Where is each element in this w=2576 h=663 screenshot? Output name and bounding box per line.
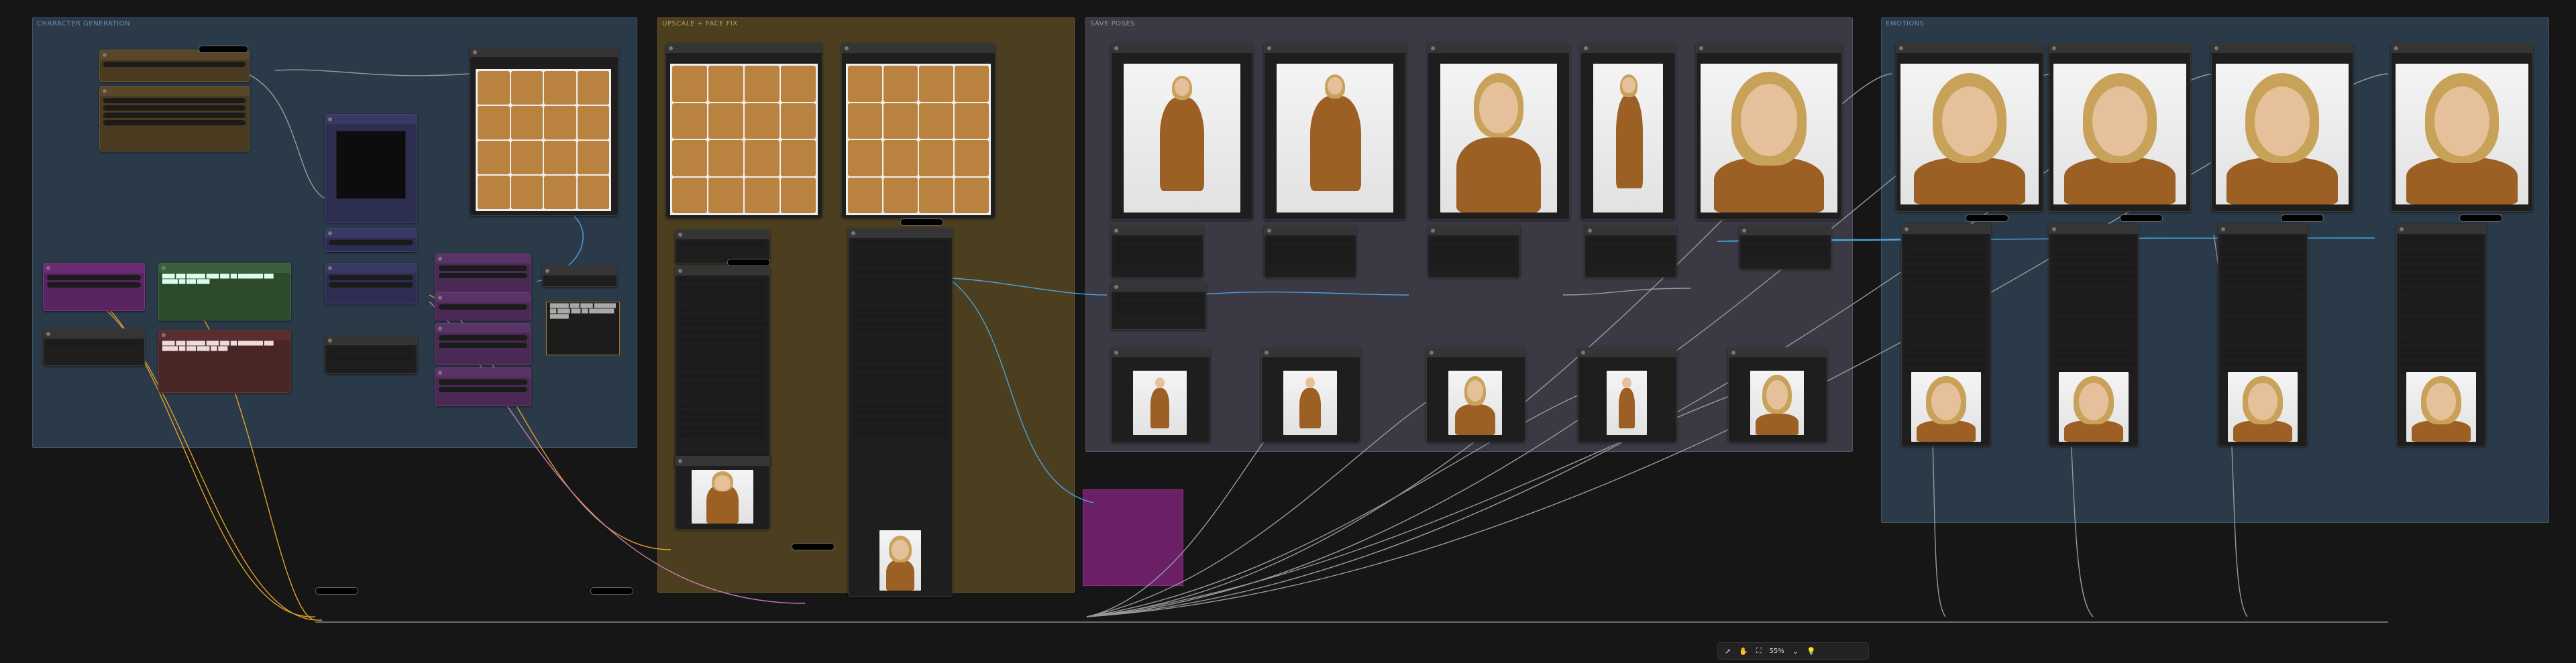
canvas-toolbar: ➚ ✋ ⛶ 55% ⌄ 💡 bbox=[1717, 642, 1869, 660]
preview-upscaled-node[interactable] bbox=[665, 43, 822, 219]
facefix-sheet-image bbox=[846, 64, 991, 215]
hand-pan-icon[interactable]: ✋ bbox=[1739, 647, 1748, 656]
node-badge bbox=[900, 219, 943, 226]
checkpoint-loader-node[interactable] bbox=[43, 263, 145, 311]
save-image-5[interactable] bbox=[1728, 347, 1827, 442]
ksampler-node-2[interactable] bbox=[435, 292, 531, 320]
fit-view-icon[interactable]: ⛶ bbox=[1756, 646, 1762, 656]
select-cursor-icon[interactable]: ➚ bbox=[1725, 647, 1731, 656]
save-image-2[interactable] bbox=[1261, 347, 1360, 442]
expression-editor-4[interactable] bbox=[2396, 224, 2486, 446]
group-title: EMOTIONS bbox=[1886, 20, 1925, 27]
chevron-down-icon[interactable]: ⌄ bbox=[1792, 647, 1799, 656]
pose-preview-2[interactable] bbox=[1264, 43, 1406, 220]
save-image-1[interactable] bbox=[1111, 347, 1210, 442]
image-crop-node-1[interactable] bbox=[1111, 225, 1203, 278]
ksampler-node-3[interactable] bbox=[435, 323, 531, 365]
upscale-image-node[interactable] bbox=[1111, 282, 1206, 330]
emotion-preview-4[interactable] bbox=[2391, 43, 2533, 212]
face-detailer-node[interactable] bbox=[848, 228, 953, 597]
controlnet-loader-node[interactable] bbox=[325, 228, 417, 252]
zoom-level[interactable]: 55% bbox=[1770, 648, 1784, 655]
node-badge bbox=[2281, 215, 2324, 222]
node-badge bbox=[2120, 215, 2163, 222]
note-node[interactable]: ██████ ███ ████ ███████ ██ ████ ███ ██ █… bbox=[546, 302, 620, 355]
emotion-preview-3[interactable] bbox=[2211, 43, 2353, 212]
group-title: SAVE POSES bbox=[1090, 20, 1135, 27]
image-crop-node-2[interactable] bbox=[1264, 225, 1356, 278]
node-badge bbox=[792, 543, 835, 550]
pose-preview-3[interactable] bbox=[1428, 43, 1570, 220]
node-badge bbox=[727, 259, 770, 266]
pose-preview-4[interactable] bbox=[1580, 43, 1676, 220]
node-canvas[interactable]: CHARACTER GENERATION UPSCALE + FACE FIX … bbox=[0, 0, 2576, 663]
preview-crop-node[interactable] bbox=[675, 456, 770, 530]
expression-editor-3[interactable] bbox=[2218, 224, 2308, 446]
negative-prompt-node[interactable]: ████ ███ ██████ ████ ███ ██ ████████ ███… bbox=[158, 330, 291, 393]
lora-loader-node[interactable] bbox=[43, 328, 145, 366]
group-bypassed[interactable] bbox=[1083, 489, 1183, 586]
prompt-switch-node[interactable] bbox=[99, 86, 250, 152]
expression-editor-1[interactable] bbox=[1901, 224, 1991, 446]
group-title: UPSCALE + FACE FIX bbox=[662, 20, 738, 27]
ksampler-node-4[interactable] bbox=[435, 367, 531, 406]
pose-preview-1[interactable] bbox=[1111, 43, 1253, 220]
apply-controlnet-node[interactable] bbox=[325, 263, 417, 304]
positive-prompt-node[interactable]: ████ ███ ██████ ████ ███ ██ ████████ ███… bbox=[158, 263, 291, 320]
empty-latent-node[interactable] bbox=[325, 335, 417, 374]
group-title: CHARACTER GENERATION bbox=[37, 20, 130, 27]
node-badge bbox=[199, 46, 248, 53]
lightbulb-icon[interactable]: 💡 bbox=[1807, 647, 1816, 656]
ksampler-node-1[interactable] bbox=[435, 253, 531, 292]
upscaled-sheet-image bbox=[670, 64, 818, 215]
save-image-3[interactable] bbox=[1426, 347, 1525, 442]
image-crop-node-5[interactable] bbox=[1739, 225, 1831, 269]
character-sheet-image bbox=[476, 69, 611, 211]
expression-editor-2[interactable] bbox=[2049, 224, 2139, 446]
ultimate-upscale-node[interactable] bbox=[675, 265, 770, 468]
save-image-4[interactable] bbox=[1578, 347, 1677, 442]
node-badge bbox=[1966, 215, 2008, 222]
vae-decode-node[interactable] bbox=[542, 265, 617, 287]
load-image-node[interactable] bbox=[325, 114, 417, 223]
node-badge bbox=[315, 587, 358, 595]
image-crop-node-4[interactable] bbox=[1585, 225, 1677, 278]
image-crop-node-3[interactable] bbox=[1428, 225, 1520, 278]
preview-character-sheet-node[interactable] bbox=[470, 47, 619, 216]
seed-node[interactable] bbox=[99, 50, 250, 82]
node-badge bbox=[590, 587, 633, 595]
emotion-preview-2[interactable] bbox=[2049, 43, 2191, 212]
node-badge bbox=[2459, 215, 2502, 222]
emotion-preview-1[interactable] bbox=[1896, 43, 2043, 212]
pose-preview-5[interactable] bbox=[1696, 43, 1842, 220]
preview-facefix-node[interactable] bbox=[841, 43, 996, 219]
